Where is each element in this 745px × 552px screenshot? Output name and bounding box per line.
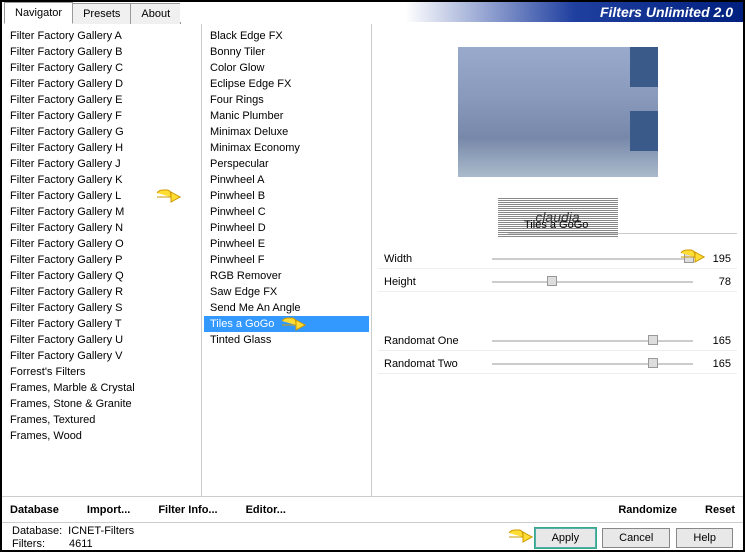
tab-bar: Navigator Presets About <box>2 2 180 24</box>
filter-item[interactable]: Pinwheel A <box>204 172 369 188</box>
filter-item[interactable]: Perspecular <box>204 156 369 172</box>
category-item[interactable]: Filter Factory Gallery P <box>4 252 199 268</box>
category-item[interactable]: Filter Factory Gallery S <box>4 300 199 316</box>
param-row: Randomat Two 165 <box>378 355 737 374</box>
tab-about[interactable]: About <box>130 3 181 24</box>
filter-item[interactable]: Bonny Tiler <box>204 44 369 60</box>
category-item[interactable]: Filter Factory Gallery E <box>4 92 199 108</box>
category-item[interactable]: Filter Factory Gallery L <box>4 188 199 204</box>
category-item[interactable]: Frames, Marble & Crystal <box>4 380 199 396</box>
tab-presets[interactable]: Presets <box>72 3 131 24</box>
category-item[interactable]: Filter Factory Gallery D <box>4 76 199 92</box>
filter-item[interactable]: Color Glow <box>204 60 369 76</box>
filter-item[interactable]: RGB Remover <box>204 268 369 284</box>
filter-list[interactable]: Black Edge FXBonny TilerColor GlowEclips… <box>202 24 372 496</box>
category-item[interactable]: Filter Factory Gallery T <box>4 316 199 332</box>
app-title: Filters Unlimited 2.0 <box>180 2 743 22</box>
tab-navigator[interactable]: Navigator <box>4 2 73 24</box>
category-item[interactable]: Filter Factory Gallery V <box>4 348 199 364</box>
category-item[interactable]: Filter Factory Gallery R <box>4 284 199 300</box>
editor-button[interactable]: Editor... <box>246 504 286 516</box>
category-item[interactable]: Filter Factory Gallery K <box>4 172 199 188</box>
database-button[interactable]: Database <box>10 504 59 516</box>
category-item[interactable]: Forrest's Filters <box>4 364 199 380</box>
filter-item[interactable]: Saw Edge FX <box>204 284 369 300</box>
filter-item[interactable]: Pinwheel F <box>204 252 369 268</box>
cancel-button[interactable]: Cancel <box>602 528 670 548</box>
category-item[interactable]: Filter Factory Gallery M <box>4 204 199 220</box>
import-button[interactable]: Import... <box>87 504 130 516</box>
param-label: Width <box>384 253 484 265</box>
apply-button[interactable]: Apply <box>535 528 597 548</box>
filter-info-button[interactable]: Filter Info... <box>158 504 217 516</box>
filter-item[interactable]: Eclipse Edge FX <box>204 76 369 92</box>
category-item[interactable]: Filter Factory Gallery H <box>4 140 199 156</box>
preview-image <box>458 47 658 177</box>
filter-item[interactable]: Four Rings <box>204 92 369 108</box>
filter-item[interactable]: Tiles a GoGo <box>204 316 369 332</box>
current-filter-name: Tiles a GoGo <box>514 219 588 231</box>
param-label: Height <box>384 276 484 288</box>
filter-item[interactable]: Pinwheel B <box>204 188 369 204</box>
param-row: Height 78 <box>378 273 737 292</box>
randomize-button[interactable]: Randomize <box>618 504 677 516</box>
toolbar: Database Import... Filter Info... Editor… <box>2 496 743 522</box>
pointer-icon <box>507 528 533 546</box>
category-item[interactable]: Frames, Wood <box>4 428 199 444</box>
category-item[interactable]: Filter Factory Gallery Q <box>4 268 199 284</box>
param-slider[interactable] <box>492 276 693 288</box>
category-item[interactable]: Filter Factory Gallery J <box>4 156 199 172</box>
param-slider[interactable] <box>492 253 693 265</box>
filter-item[interactable]: Minimax Deluxe <box>204 124 369 140</box>
category-item[interactable]: Filter Factory Gallery B <box>4 44 199 60</box>
category-list[interactable]: Filter Factory Gallery AFilter Factory G… <box>2 24 202 496</box>
category-item[interactable]: Filter Factory Gallery A <box>4 28 199 44</box>
param-slider[interactable] <box>492 335 693 347</box>
reset-button[interactable]: Reset <box>705 504 735 516</box>
param-label: Randomat Two <box>384 358 484 370</box>
category-item[interactable]: Filter Factory Gallery F <box>4 108 199 124</box>
category-item[interactable]: Frames, Stone & Granite <box>4 396 199 412</box>
filter-item[interactable]: Send Me An Angle <box>204 300 369 316</box>
category-item[interactable]: Filter Factory Gallery C <box>4 60 199 76</box>
filter-item[interactable]: Black Edge FX <box>204 28 369 44</box>
param-value: 195 <box>701 253 731 265</box>
param-value: 78 <box>701 276 731 288</box>
param-value: 165 <box>701 335 731 347</box>
filter-item[interactable]: Minimax Economy <box>204 140 369 156</box>
param-row: Width 195 <box>378 250 737 269</box>
footer-info: Database:ICNET-Filters Filters:4611 <box>12 525 134 551</box>
help-button[interactable]: Help <box>676 528 733 548</box>
filter-item[interactable]: Pinwheel D <box>204 220 369 236</box>
category-item[interactable]: Filter Factory Gallery U <box>4 332 199 348</box>
filter-item[interactable]: Pinwheel C <box>204 204 369 220</box>
category-item[interactable]: Frames, Textured <box>4 412 199 428</box>
category-item[interactable]: Filter Factory Gallery N <box>4 220 199 236</box>
param-row: Randomat One 165 <box>378 332 737 351</box>
param-value: 165 <box>701 358 731 370</box>
filter-item[interactable]: Tinted Glass <box>204 332 369 348</box>
filter-item[interactable]: Manic Plumber <box>204 108 369 124</box>
param-slider[interactable] <box>492 358 693 370</box>
category-item[interactable]: Filter Factory Gallery O <box>4 236 199 252</box>
category-item[interactable]: Filter Factory Gallery G <box>4 124 199 140</box>
param-label: Randomat One <box>384 335 484 347</box>
filter-item[interactable]: Pinwheel E <box>204 236 369 252</box>
